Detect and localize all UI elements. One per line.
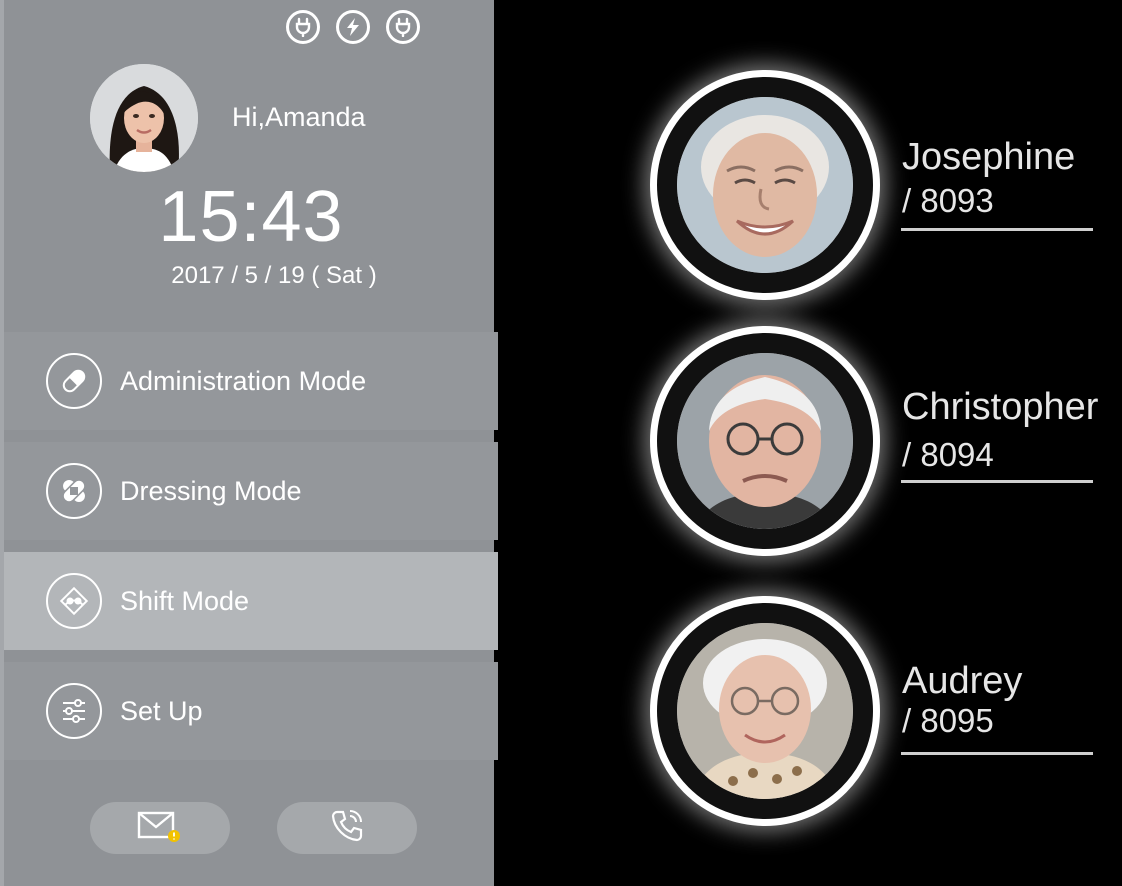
status-icons — [286, 10, 420, 44]
phone-icon — [327, 806, 367, 851]
resident-photo-ring[interactable] — [650, 596, 880, 826]
shift-icon — [46, 573, 102, 629]
resident-name: Audrey — [902, 660, 1023, 702]
menu-item-label: Shift Mode — [120, 585, 250, 616]
resident-id: / 8093 — [902, 182, 994, 219]
resident-id: / 8095 — [902, 702, 994, 739]
resident-photo — [677, 353, 853, 529]
bandage-icon — [46, 463, 102, 519]
plug-icon — [386, 10, 420, 44]
clock-date: 2017 / 5 / 19 ( Sat ) — [171, 262, 377, 289]
call-button[interactable] — [277, 802, 417, 854]
menu-item-dressing-mode[interactable]: Dressing Mode — [4, 442, 498, 540]
messages-button[interactable] — [90, 802, 230, 854]
menu-item-label: Administration Mode — [120, 365, 367, 396]
resident-photo-ring[interactable] — [650, 70, 880, 300]
resident-card-christopher[interactable]: Christopher / 8094 — [650, 326, 1110, 556]
menu-item-label: Set Up — [120, 695, 203, 726]
menu-item-administration-mode[interactable]: Administration Mode — [4, 332, 498, 430]
avatar[interactable] — [90, 64, 198, 172]
resident-card-josephine[interactable]: Josephine / 8093 — [650, 70, 1110, 300]
greeting: Hi,Amanda — [232, 102, 366, 132]
menu-item-label: Dressing Mode — [120, 475, 302, 506]
resident-card-audrey[interactable]: Audrey / 8095 — [650, 596, 1110, 826]
resident-id: / 8094 — [902, 436, 994, 473]
resident-photo-ring[interactable] — [650, 326, 880, 556]
sliders-icon — [46, 683, 102, 739]
pill-icon — [46, 353, 102, 409]
plug-icon — [286, 10, 320, 44]
resident-photo — [677, 623, 853, 799]
mail-alert-icon — [136, 808, 184, 849]
divider — [901, 480, 1093, 483]
divider — [901, 228, 1093, 231]
resident-photo — [677, 97, 853, 273]
resident-name: Josephine — [902, 136, 1076, 178]
menu-item-set-up[interactable]: Set Up — [4, 662, 498, 760]
lightning-icon — [336, 10, 370, 44]
clock-time: 15:43 — [158, 177, 344, 257]
divider — [901, 752, 1093, 755]
resident-name: Christopher — [902, 386, 1099, 428]
sidebar: Hi,Amanda 15:43 2017 / 5 / 19 ( Sat ) Ad… — [0, 0, 498, 886]
menu-item-shift-mode[interactable]: Shift Mode — [4, 552, 498, 650]
